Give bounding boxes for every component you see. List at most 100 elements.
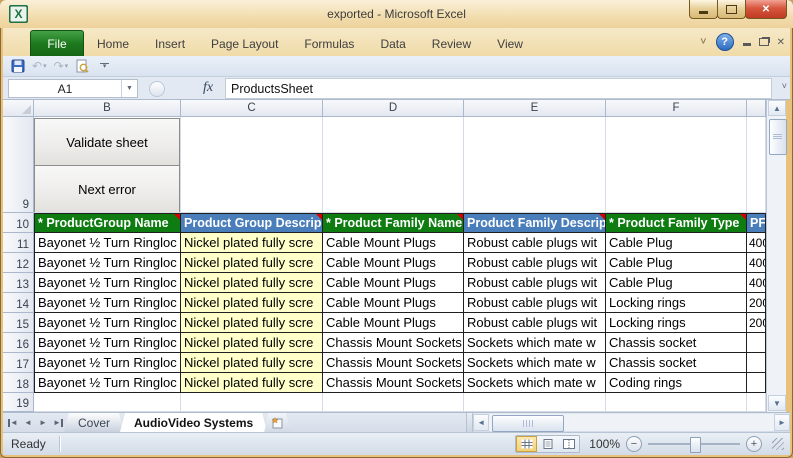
row-header-16[interactable]: 16 — [3, 333, 34, 353]
row-header-17[interactable]: 17 — [3, 353, 34, 373]
table-cell[interactable]: Locking rings — [606, 293, 747, 313]
table-cell[interactable]: Nickel plated fully scre — [181, 293, 323, 313]
table-cell[interactable]: Cable Mount Plugs — [323, 233, 464, 253]
table-cell[interactable]: 200 — [747, 313, 766, 333]
cell[interactable] — [606, 393, 747, 412]
table-cell[interactable] — [747, 373, 766, 393]
table-cell[interactable]: Cable Plug — [606, 273, 747, 293]
tab-view[interactable]: View — [484, 32, 536, 56]
table-cell[interactable]: Robust cable plugs wit — [464, 273, 606, 293]
table-cell[interactable]: Chassis Mount Sockets — [323, 353, 464, 373]
maximize-window-button[interactable] — [717, 0, 746, 19]
table-cell[interactable]: Cable Plug — [606, 253, 747, 273]
table-cell[interactable]: Cable Mount Plugs — [323, 293, 464, 313]
last-sheet-button[interactable]: ► — [52, 416, 64, 430]
table-cell[interactable]: Chassis socket — [606, 353, 747, 373]
column-header-b[interactable]: B — [34, 100, 181, 117]
scroll-right-button[interactable]: ► — [774, 414, 790, 431]
name-box[interactable]: A1 ▼ — [8, 79, 138, 98]
table-cell[interactable]: Cable Mount Plugs — [323, 253, 464, 273]
header-cell[interactable]: Product Family Descrip — [464, 213, 606, 233]
undo-dropdown-icon[interactable]: ▾ — [43, 62, 47, 70]
table-cell[interactable]: Robust cable plugs wit — [464, 233, 606, 253]
table-cell[interactable]: Robust cable plugs wit — [464, 253, 606, 273]
previous-sheet-button[interactable]: ◄ — [22, 416, 34, 430]
table-cell[interactable]: Bayonet ½ Turn Ringloc — [34, 233, 181, 253]
close-window-button[interactable]: ✕ — [745, 0, 787, 19]
zoom-level[interactable]: 100% — [586, 437, 620, 451]
table-cell[interactable]: Bayonet ½ Turn Ringloc — [34, 253, 181, 273]
column-header-d[interactable]: D — [323, 100, 464, 117]
name-box-dropdown-icon[interactable]: ▼ — [121, 80, 137, 97]
customize-quick-access-toolbar-icon[interactable]: ▾ — [100, 63, 109, 69]
cell[interactable] — [464, 393, 606, 412]
resize-grip-icon[interactable] — [772, 438, 784, 450]
column-header-c[interactable]: C — [181, 100, 323, 117]
row-header-18[interactable]: 18 — [3, 373, 34, 393]
cell[interactable] — [323, 117, 464, 213]
column-header-g[interactable] — [747, 100, 766, 117]
table-cell[interactable]: Cable Plug — [606, 233, 747, 253]
table-cell[interactable]: Nickel plated fully scre — [181, 273, 323, 293]
tab-review[interactable]: Review — [419, 32, 484, 56]
cell[interactable] — [181, 117, 323, 213]
table-cell[interactable]: Nickel plated fully scre — [181, 333, 323, 353]
normal-view-button[interactable] — [516, 436, 537, 452]
zoom-slider[interactable] — [648, 443, 740, 445]
column-header-e[interactable]: E — [464, 100, 606, 117]
vertical-scrollbar[interactable]: ▲ ▼ — [766, 100, 786, 412]
scroll-up-button[interactable]: ▲ — [768, 100, 786, 116]
table-cell[interactable]: 400 — [747, 233, 766, 253]
table-cell[interactable]: 400 — [747, 273, 766, 293]
select-all-corner[interactable] — [3, 100, 34, 117]
table-cell[interactable]: Bayonet ½ Turn Ringloc — [34, 333, 181, 353]
tab-insert[interactable]: Insert — [142, 32, 198, 56]
workbook-restore-icon[interactable] — [759, 38, 769, 46]
scroll-down-button[interactable]: ▼ — [768, 395, 786, 411]
table-cell[interactable]: Coding rings — [606, 373, 747, 393]
horizontal-scrollbar-thumb[interactable] — [492, 415, 564, 432]
vertical-scrollbar-thumb[interactable] — [769, 119, 787, 155]
tab-data[interactable]: Data — [367, 32, 418, 56]
table-cell[interactable]: Robust cable plugs wit — [464, 313, 606, 333]
workbook-close-icon[interactable]: ✕ — [777, 37, 785, 48]
cell[interactable] — [181, 393, 323, 412]
scroll-left-button[interactable]: ◄ — [473, 414, 489, 431]
redo-dropdown-icon[interactable]: ▾ — [65, 62, 69, 70]
help-button[interactable]: ? — [716, 33, 734, 51]
row-header-9[interactable]: 9 — [3, 117, 34, 213]
undo-icon[interactable]: ↶ — [32, 59, 42, 73]
print-preview-icon[interactable] — [75, 59, 89, 73]
table-cell[interactable]: Bayonet ½ Turn Ringloc — [34, 353, 181, 373]
table-cell[interactable]: Nickel plated fully scre — [181, 373, 323, 393]
table-cell[interactable]: Bayonet ½ Turn Ringloc — [34, 273, 181, 293]
page-layout-view-button[interactable] — [537, 436, 558, 452]
zoom-out-button[interactable]: − — [626, 436, 642, 452]
page-break-preview-button[interactable] — [558, 436, 579, 452]
cell[interactable] — [323, 393, 464, 412]
tab-formulas[interactable]: Formulas — [291, 32, 367, 56]
table-cell[interactable]: Sockets which mate w — [464, 353, 606, 373]
cell[interactable] — [747, 393, 766, 412]
cell[interactable] — [747, 117, 766, 213]
tab-home[interactable]: Home — [84, 32, 142, 56]
table-cell[interactable]: Chassis socket — [606, 333, 747, 353]
table-cell[interactable]: Cable Mount Plugs — [323, 273, 464, 293]
minimize-window-button[interactable] — [689, 0, 718, 19]
tab-file[interactable]: File — [30, 30, 84, 56]
horizontal-scrollbar[interactable] — [489, 414, 774, 431]
table-cell[interactable]: Chassis Mount Sockets — [323, 333, 464, 353]
row-header-11[interactable]: 11 — [3, 233, 34, 253]
table-cell[interactable]: Locking rings — [606, 313, 747, 333]
row-header-19[interactable]: 19 — [3, 393, 34, 412]
next-error-button[interactable]: Next error — [34, 165, 180, 213]
title-bar[interactable]: X exported - Microsoft Excel ✕ — [0, 0, 793, 28]
table-cell[interactable]: Sockets which mate w — [464, 333, 606, 353]
validate-sheet-button[interactable]: Validate sheet — [34, 118, 180, 166]
cell[interactable] — [34, 393, 181, 412]
row-header-15[interactable]: 15 — [3, 313, 34, 333]
zoom-in-button[interactable]: + — [746, 436, 762, 452]
row-header-12[interactable]: 12 — [3, 253, 34, 273]
table-cell[interactable]: Nickel plated fully scre — [181, 233, 323, 253]
tab-scrollbar-splitter[interactable] — [466, 413, 473, 432]
